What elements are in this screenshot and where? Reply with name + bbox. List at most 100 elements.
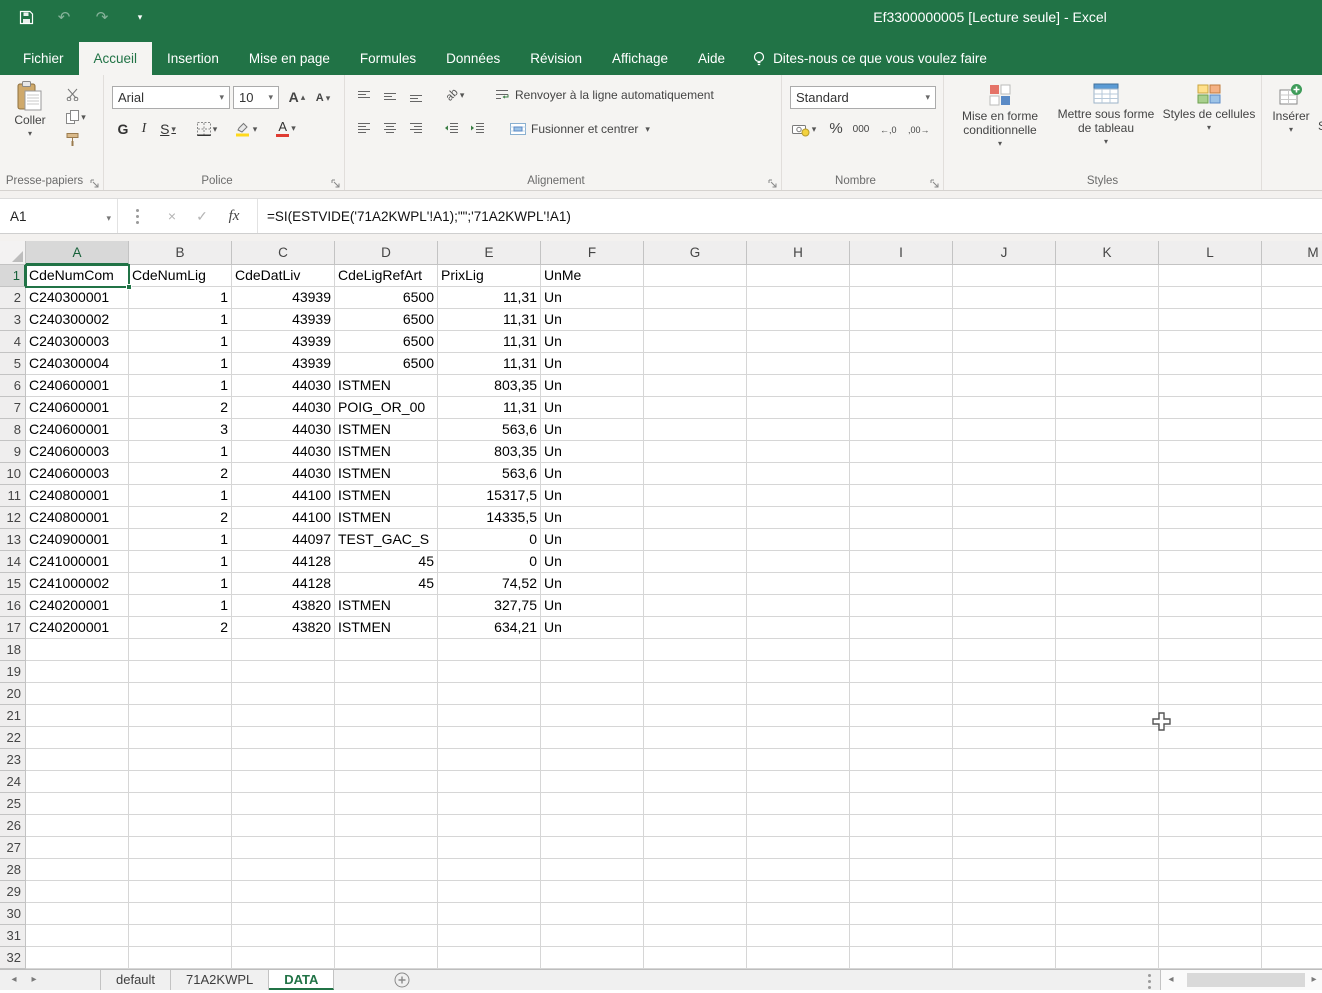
cell-D13[interactable]: TEST_GAC_S	[335, 529, 438, 551]
font-color-button[interactable]: A▾	[270, 117, 302, 139]
cell-K6[interactable]	[1056, 375, 1159, 397]
cell-B28[interactable]	[129, 859, 232, 881]
cell-M8[interactable]	[1262, 419, 1322, 441]
cell-E28[interactable]	[438, 859, 541, 881]
cell-H18[interactable]	[747, 639, 850, 661]
align-right-button[interactable]	[405, 119, 427, 137]
cell-J7[interactable]	[953, 397, 1056, 419]
column-header-C[interactable]: C	[232, 241, 335, 265]
cell-I3[interactable]	[850, 309, 953, 331]
cell-A28[interactable]	[26, 859, 129, 881]
cell-B17[interactable]: 2	[129, 617, 232, 639]
cell-F12[interactable]: Un	[541, 507, 644, 529]
cell-E31[interactable]	[438, 925, 541, 947]
name-box[interactable]: A1▾	[0, 199, 118, 233]
cell-J3[interactable]	[953, 309, 1056, 331]
cell-M6[interactable]	[1262, 375, 1322, 397]
cell-C19[interactable]	[232, 661, 335, 683]
row-header-12[interactable]: 12	[0, 507, 26, 529]
cell-I20[interactable]	[850, 683, 953, 705]
cell-K22[interactable]	[1056, 727, 1159, 749]
cell-I32[interactable]	[850, 947, 953, 969]
cell-H14[interactable]	[747, 551, 850, 573]
cell-E1[interactable]: PrixLig	[438, 265, 541, 287]
cell-L23[interactable]	[1159, 749, 1262, 771]
cell-E14[interactable]: 0	[438, 551, 541, 573]
cell-L2[interactable]	[1159, 287, 1262, 309]
cell-D15[interactable]: 45	[335, 573, 438, 595]
cell-K30[interactable]	[1056, 903, 1159, 925]
formula-bar-splitter[interactable]	[136, 215, 139, 218]
cell-L22[interactable]	[1159, 727, 1262, 749]
sheet-nav-right-button[interactable]: ▸	[26, 970, 42, 990]
bold-button[interactable]: G	[114, 119, 132, 139]
cell-F31[interactable]	[541, 925, 644, 947]
select-all-button[interactable]	[0, 241, 26, 265]
cell-G31[interactable]	[644, 925, 747, 947]
row-header-17[interactable]: 17	[0, 617, 26, 639]
cell-G2[interactable]	[644, 287, 747, 309]
cell-D9[interactable]: ISTMEN	[335, 441, 438, 463]
cell-L1[interactable]	[1159, 265, 1262, 287]
increase-decimal-button[interactable]: ←,0	[878, 119, 902, 139]
tab-scrollbar-splitter[interactable]	[1148, 980, 1151, 983]
cell-E2[interactable]: 11,31	[438, 287, 541, 309]
cell-F9[interactable]: Un	[541, 441, 644, 463]
cell-I18[interactable]	[850, 639, 953, 661]
cell-D27[interactable]	[335, 837, 438, 859]
row-header-20[interactable]: 20	[0, 683, 26, 705]
redo-button[interactable]: ↷	[92, 7, 112, 27]
cell-B25[interactable]	[129, 793, 232, 815]
cell-A5[interactable]: C240300004	[26, 353, 129, 375]
cell-C23[interactable]	[232, 749, 335, 771]
cell-H20[interactable]	[747, 683, 850, 705]
cell-A26[interactable]	[26, 815, 129, 837]
cell-B16[interactable]: 1	[129, 595, 232, 617]
cell-D26[interactable]	[335, 815, 438, 837]
cell-K20[interactable]	[1056, 683, 1159, 705]
cell-M7[interactable]	[1262, 397, 1322, 419]
cell-J24[interactable]	[953, 771, 1056, 793]
cell-B6[interactable]: 1	[129, 375, 232, 397]
row-header-9[interactable]: 9	[0, 441, 26, 463]
cell-I25[interactable]	[850, 793, 953, 815]
cell-H22[interactable]	[747, 727, 850, 749]
align-bottom-button[interactable]	[405, 87, 427, 105]
cell-C18[interactable]	[232, 639, 335, 661]
cell-J18[interactable]	[953, 639, 1056, 661]
row-header-28[interactable]: 28	[0, 859, 26, 881]
cell-D22[interactable]	[335, 727, 438, 749]
cell-D17[interactable]: ISTMEN	[335, 617, 438, 639]
cell-I5[interactable]	[850, 353, 953, 375]
cell-K14[interactable]	[1056, 551, 1159, 573]
column-header-B[interactable]: B	[129, 241, 232, 265]
sheet-tab-default[interactable]: default	[100, 970, 171, 990]
clipboard-dialog-launcher[interactable]	[90, 176, 100, 186]
cell-I23[interactable]	[850, 749, 953, 771]
cell-L13[interactable]	[1159, 529, 1262, 551]
horizontal-scrollbar[interactable]: ◂ ▸	[1160, 970, 1322, 990]
cell-L18[interactable]	[1159, 639, 1262, 661]
cell-K31[interactable]	[1056, 925, 1159, 947]
cell-A21[interactable]	[26, 705, 129, 727]
cell-M1[interactable]	[1262, 265, 1322, 287]
cell-D30[interactable]	[335, 903, 438, 925]
cell-I16[interactable]	[850, 595, 953, 617]
cell-M24[interactable]	[1262, 771, 1322, 793]
cell-E19[interactable]	[438, 661, 541, 683]
cell-E29[interactable]	[438, 881, 541, 903]
cell-G18[interactable]	[644, 639, 747, 661]
cell-B14[interactable]: 1	[129, 551, 232, 573]
cell-K7[interactable]	[1056, 397, 1159, 419]
cell-M4[interactable]	[1262, 331, 1322, 353]
column-header-E[interactable]: E	[438, 241, 541, 265]
cell-H4[interactable]	[747, 331, 850, 353]
cell-D2[interactable]: 6500	[335, 287, 438, 309]
cell-L16[interactable]	[1159, 595, 1262, 617]
cell-G22[interactable]	[644, 727, 747, 749]
cell-E9[interactable]: 803,35	[438, 441, 541, 463]
merge-center-button[interactable]: Fusionner et centrer ▾	[510, 119, 650, 139]
cell-H1[interactable]	[747, 265, 850, 287]
column-header-L[interactable]: L	[1159, 241, 1262, 265]
cell-J8[interactable]	[953, 419, 1056, 441]
